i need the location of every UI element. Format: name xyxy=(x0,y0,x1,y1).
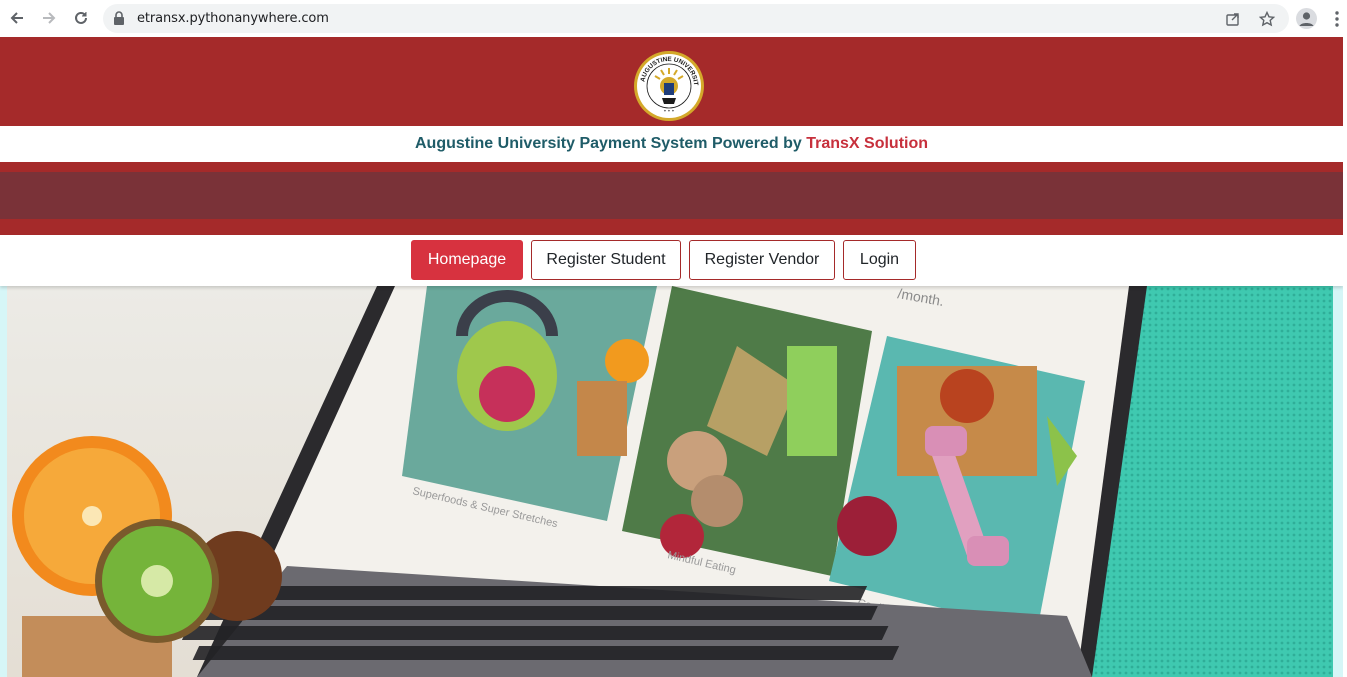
nav-homepage-button[interactable]: Homepage xyxy=(411,240,523,280)
tagline-brand: TransX Solution xyxy=(806,135,929,152)
svg-text:✦ ✦ ✦: ✦ ✦ ✦ xyxy=(663,109,675,113)
nav-register-student-button[interactable]: Register Student xyxy=(531,240,681,280)
back-icon[interactable] xyxy=(5,6,29,30)
star-icon[interactable] xyxy=(1258,10,1276,32)
header-banner: AUGUSTINE UNIVERSITY ✦ ✦ ✦ xyxy=(0,37,1343,126)
browser-toolbar: etransx.pythonanywhere.com xyxy=(0,0,1347,37)
forward-icon[interactable] xyxy=(37,6,61,30)
header-stripe-middle xyxy=(0,172,1343,219)
share-icon[interactable] xyxy=(1225,11,1241,32)
nav-register-vendor-button[interactable]: Register Vendor xyxy=(689,240,835,280)
nav-login-button[interactable]: Login xyxy=(843,240,916,280)
url-text[interactable]: etransx.pythonanywhere.com xyxy=(137,11,329,26)
hero-illustration: Superfoods & Super Stretches Mindful Eat… xyxy=(7,286,1333,677)
address-bar[interactable]: etransx.pythonanywhere.com xyxy=(103,4,1289,33)
hero-image: Superfoods & Super Stretches Mindful Eat… xyxy=(0,286,1343,677)
navbar: Homepage Register Student Register Vendo… xyxy=(0,235,1343,286)
tagline-main: Augustine University Payment System Powe… xyxy=(414,135,807,152)
page-title: Augustine University Payment System Powe… xyxy=(415,135,928,153)
header-stripe-top xyxy=(0,162,1343,172)
reload-icon[interactable] xyxy=(69,6,93,30)
profile-icon[interactable] xyxy=(1296,8,1317,29)
page: AUGUSTINE UNIVERSITY ✦ ✦ ✦ Augustine Uni… xyxy=(0,37,1343,677)
university-seal-logo: AUGUSTINE UNIVERSITY ✦ ✦ ✦ xyxy=(633,50,704,121)
menu-icon[interactable] xyxy=(1334,10,1340,33)
lock-icon[interactable] xyxy=(113,11,125,30)
tagline-bar: Augustine University Payment System Powe… xyxy=(0,126,1343,163)
header-stripe-bottom xyxy=(0,219,1343,235)
